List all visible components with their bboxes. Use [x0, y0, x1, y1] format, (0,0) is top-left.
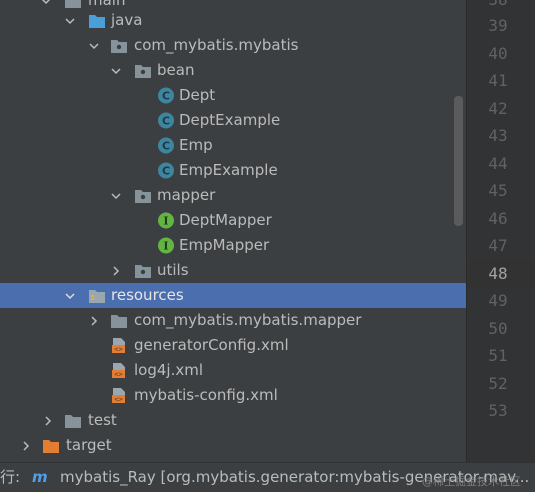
interface-icon: I	[157, 237, 175, 254]
svg-text:I: I	[163, 240, 168, 253]
line-number: 41	[488, 71, 508, 90]
line-number: 45	[488, 181, 508, 200]
line-number: 50	[488, 319, 508, 338]
line-number: 49	[488, 291, 508, 310]
tree-row-generator-config[interactable]: <> generatorConfig.xml	[0, 333, 466, 358]
svg-text:C: C	[162, 165, 170, 178]
chevron-right-icon[interactable]	[20, 433, 32, 458]
line-number: 51	[488, 346, 508, 365]
line-number: 42	[488, 99, 508, 118]
tree-label: Emp	[179, 136, 213, 154]
tree-label: resources	[111, 286, 184, 304]
tree-label: EmpExample	[179, 161, 278, 179]
tree-label: mapper	[157, 186, 216, 204]
line-number-current: 48	[488, 264, 508, 283]
tree-row-package[interactable]: com_mybatis.mybatis	[0, 33, 466, 58]
class-icon: C	[157, 112, 175, 129]
chevron-down-icon[interactable]	[110, 58, 122, 83]
chevron-down-icon[interactable]	[64, 283, 76, 308]
package-icon	[134, 262, 152, 279]
line-number: 47	[488, 236, 508, 255]
svg-text:C: C	[162, 90, 170, 103]
tree-label: bean	[157, 61, 195, 79]
chevron-down-icon[interactable]	[64, 8, 76, 33]
tree-row-resource-package[interactable]: com_mybatis.mybatis.mapper	[0, 308, 466, 333]
class-icon: C	[157, 137, 175, 154]
tree-label: generatorConfig.xml	[134, 336, 289, 354]
class-icon: C	[157, 162, 175, 179]
tree-label: DeptMapper	[179, 211, 272, 229]
svg-text:I: I	[163, 215, 168, 228]
maven-module-icon: m	[32, 468, 48, 486]
tree-row-log4j[interactable]: <> log4j.xml	[0, 358, 466, 383]
tree-label: test	[88, 411, 117, 429]
chevron-down-icon[interactable]	[88, 33, 100, 58]
tree-label: log4j.xml	[134, 361, 204, 379]
tree-row-emp-mapper[interactable]: I EmpMapper	[0, 233, 466, 258]
tree-row-utils[interactable]: utils	[0, 258, 466, 283]
xml-file-icon: <>	[110, 362, 128, 379]
tree-label: mybatis-config.xml	[134, 386, 278, 404]
tree-label: DeptExample	[179, 111, 281, 129]
tree-row-mapper[interactable]: mapper	[0, 183, 466, 208]
status-prefix: 行:	[0, 468, 21, 486]
interface-icon: I	[157, 212, 175, 229]
tree-row-resources[interactable]: resources	[0, 283, 466, 308]
chevron-down-icon[interactable]	[110, 183, 122, 208]
line-number: 44	[488, 154, 508, 173]
tree-row-emp[interactable]: C Emp	[0, 133, 466, 158]
tree-row-dept[interactable]: C Dept	[0, 83, 466, 108]
folder-icon	[64, 412, 82, 429]
line-number: 53	[488, 401, 508, 420]
source-folder-icon	[88, 12, 106, 29]
line-number: 40	[488, 44, 508, 63]
tree-row-java[interactable]: java	[0, 8, 466, 33]
resources-folder-icon	[88, 287, 106, 304]
project-tree: main java com_mybatis.mybatis bean C Dep…	[0, 0, 466, 462]
tree-label: com_mybatis.mybatis.mapper	[134, 311, 362, 329]
line-number-gutter: 38 39 40 41 42 43 44 45 46 47 48 49 50 5…	[466, 0, 535, 462]
chevron-right-icon[interactable]	[110, 258, 122, 283]
tree-row-dept-example[interactable]: C DeptExample	[0, 108, 466, 133]
tree-label: EmpMapper	[179, 236, 270, 254]
tree-row-emp-example[interactable]: C EmpExample	[0, 158, 466, 183]
tree-label: target	[66, 436, 112, 454]
package-icon	[110, 37, 128, 54]
package-icon	[134, 187, 152, 204]
chevron-right-icon[interactable]	[42, 408, 54, 433]
svg-text:<>: <>	[114, 346, 122, 354]
package-icon	[134, 62, 152, 79]
tree-label: Dept	[179, 86, 216, 104]
svg-text:C: C	[162, 115, 170, 128]
svg-text:<>: <>	[114, 396, 122, 404]
run-status-bar: 行: m mybatis_Ray [org.mybatis.generator:…	[0, 462, 535, 492]
vertical-scrollbar[interactable]	[454, 96, 463, 226]
tree-label: utils	[157, 261, 189, 279]
class-icon: C	[157, 87, 175, 104]
tree-row-dept-mapper[interactable]: I DeptMapper	[0, 208, 466, 233]
line-number: 43	[488, 126, 508, 145]
folder-icon	[110, 312, 128, 329]
watermark: @稀土掘金技术社区	[422, 475, 521, 488]
tree-row-test[interactable]: test	[0, 408, 466, 433]
xml-file-icon: <>	[110, 337, 128, 354]
xml-file-icon: <>	[110, 387, 128, 404]
chevron-right-icon[interactable]	[88, 308, 100, 333]
tree-row-target[interactable]: target	[0, 433, 466, 458]
svg-text:<>: <>	[114, 371, 122, 379]
excluded-folder-icon	[42, 437, 60, 454]
tree-row-mybatis-config[interactable]: <> mybatis-config.xml	[0, 383, 466, 408]
tree-label: java	[111, 11, 143, 29]
tree-row-bean[interactable]: bean	[0, 58, 466, 83]
line-number: 52	[488, 374, 508, 393]
svg-text:C: C	[162, 140, 170, 153]
line-number: 46	[488, 209, 508, 228]
tree-label: com_mybatis.mybatis	[134, 36, 299, 54]
line-number: 39	[488, 16, 508, 35]
